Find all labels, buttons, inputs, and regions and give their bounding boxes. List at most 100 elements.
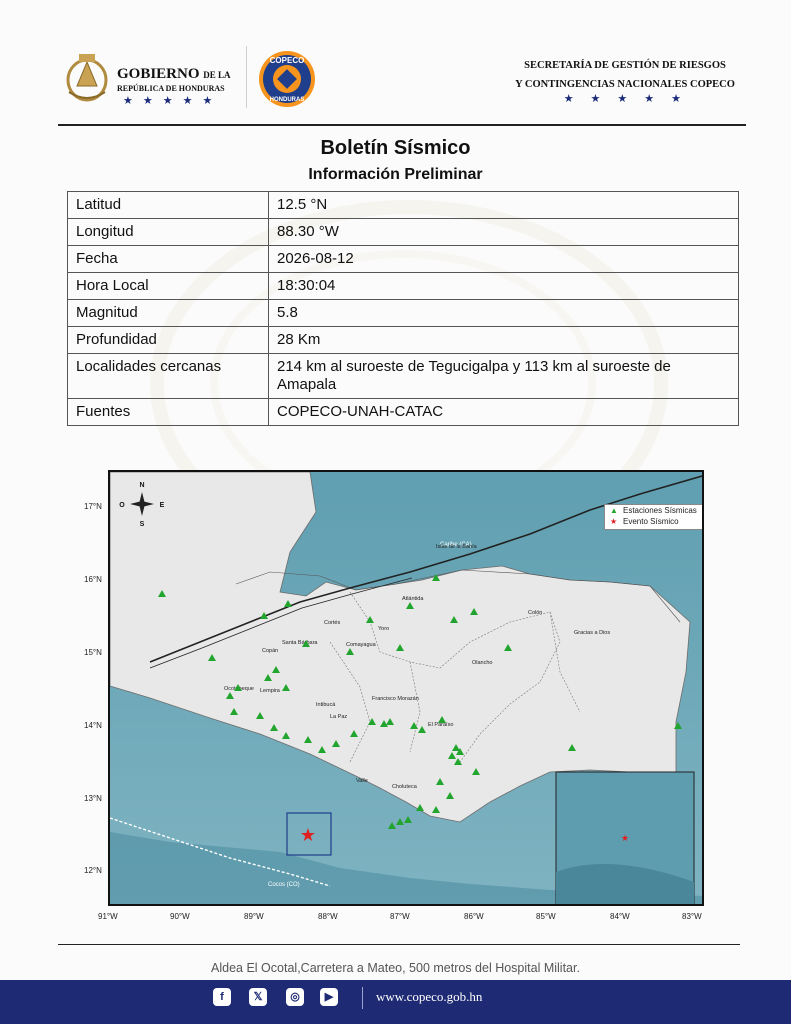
lat-label: 17°N: [84, 502, 102, 511]
lat-label: 14°N: [84, 721, 102, 730]
instagram-icon[interactable]: ◎: [286, 988, 304, 1006]
copeco-logo: COPECO HONDURAS: [259, 51, 315, 107]
row-value: COPECO-UNAH-CATAC: [268, 398, 739, 426]
secretaria-title: SECRETARÍA DE GESTIÓN DE RIESGOS Y CONTI…: [500, 56, 750, 94]
star-icon: ★: [610, 517, 618, 526]
place-label: La Paz: [330, 714, 347, 720]
place-label: Islas de la Bahía: [436, 544, 478, 550]
bulletin-title: Boletín Sísmico: [320, 137, 471, 159]
lon-label: 87°W: [390, 912, 410, 921]
row-value: 2026-08-12: [268, 245, 739, 273]
row-label: Longitud: [67, 218, 269, 246]
row-label: Fecha: [67, 245, 269, 273]
lon-label: 90°W: [170, 912, 190, 921]
table-row: Localidades cercanas 214 km al suroeste d…: [67, 353, 739, 399]
footer-divider: [362, 987, 363, 1009]
x-icon[interactable]: 𝕏: [249, 988, 267, 1006]
facebook-icon[interactable]: f: [213, 988, 231, 1006]
place-label: Cortés: [324, 620, 340, 626]
place-label: Gracias a Dios: [574, 630, 610, 636]
legend-event: ★ Evento Sísmico: [605, 516, 702, 527]
place-label: Lempira: [260, 688, 281, 694]
inset-map: ★: [555, 771, 695, 904]
lon-label: 85°W: [536, 912, 556, 921]
compass-e: E: [160, 502, 165, 509]
place-label: Francisco Morazán: [372, 696, 419, 702]
event-star: ★: [300, 825, 316, 846]
legend-stations-label: Estaciones Sísmicas: [623, 506, 697, 515]
place-label: Olancho: [472, 660, 493, 666]
copeco-logo-top-text: COPECO: [270, 56, 305, 65]
row-label: Hora Local: [67, 272, 269, 300]
page-header: GOBIERNO DE LA REPÚBLICA DE HONDURAS ★★★…: [60, 40, 750, 120]
map-frame: Caribe (CA) Cocos (CO) N S E O Islas de …: [108, 470, 704, 906]
lat-label: 12°N: [84, 866, 102, 875]
lat-label: 15°N: [84, 648, 102, 657]
place-label: Comayagua: [346, 642, 377, 648]
row-label: Magnitud: [67, 299, 269, 327]
footer-bar: f 𝕏 ◎ ▶ www.copeco.gob.hn: [0, 980, 791, 1024]
place-label: Yoro: [378, 626, 389, 632]
row-value: 214 km al suroeste de Tegucigalpa y 113 …: [268, 353, 739, 399]
lon-label: 88°W: [318, 912, 338, 921]
lon-label: 83°W: [682, 912, 702, 921]
row-value: 28 Km: [268, 326, 739, 354]
row-value: 18:30:04: [268, 272, 739, 300]
triangle-icon: ▲: [610, 506, 618, 515]
place-label: Colón: [528, 610, 542, 616]
lon-label: 84°W: [610, 912, 630, 921]
secretaria-stars: ★★★★★: [563, 93, 698, 105]
table-row: Longitud 88.30 °W: [67, 218, 739, 246]
lat-label: 13°N: [84, 794, 102, 803]
place-label: Atlántida: [402, 596, 424, 602]
lat-label: 16°N: [84, 575, 102, 584]
gov-stars: ★★★★★: [123, 95, 223, 107]
place-label: Copán: [262, 648, 278, 654]
table-row: Latitud 12.5 °N: [67, 191, 739, 219]
gov-subtitle: REPÚBLICA DE HONDURAS: [117, 84, 225, 93]
row-value: 12.5 °N: [268, 191, 739, 219]
website-link[interactable]: www.copeco.gob.hn: [376, 989, 482, 1005]
lon-label: 91°W: [98, 912, 118, 921]
copeco-logo-bottom-text: HONDURAS: [270, 97, 305, 103]
row-value: 5.8: [268, 299, 739, 327]
header-rule: [58, 124, 746, 126]
inset-event-star: ★: [621, 834, 629, 844]
gov-title: GOBIERNO: [117, 66, 200, 82]
place-label: Santa Bárbara: [282, 640, 318, 646]
table-row: Fuentes COPECO-UNAH-CATAC: [67, 398, 739, 426]
table-row: Fecha 2026-08-12: [67, 245, 739, 273]
secretaria-line-1: SECRETARÍA DE GESTIÓN DE RIESGOS: [524, 60, 726, 71]
header-divider: [246, 46, 247, 108]
place-label: Valle: [356, 778, 368, 784]
row-label: Fuentes: [67, 398, 269, 426]
compass-o: O: [119, 502, 125, 509]
lon-label: 86°W: [464, 912, 484, 921]
table-row: Hora Local 18:30:04: [67, 272, 739, 300]
seismic-map: Caribe (CA) Cocos (CO) N S E O Islas de …: [84, 466, 712, 926]
seismic-info-table: Latitud 12.5 °N Longitud 88.30 °W Fecha 202…: [67, 191, 739, 426]
map-legend: ▲ Estaciones Sísmicas ★ Evento Sísmico: [604, 504, 702, 530]
row-label: Latitud: [67, 191, 269, 219]
legend-stations: ▲ Estaciones Sísmicas: [605, 505, 702, 516]
place-label: Choluteca: [392, 784, 418, 790]
table-row: Profundidad 28 Km: [67, 326, 739, 354]
footer-rule: [58, 944, 740, 945]
bulletin-subtitle: Información Preliminar: [308, 166, 483, 183]
address: Aldea El Ocotal,Carretera a Mateo, 500 m…: [211, 961, 580, 975]
row-label: Profundidad: [67, 326, 269, 354]
place-label: Intibucá: [316, 702, 336, 708]
gobierno-logo: GOBIERNO DE LA REPÚBLICA DE HONDURAS ★★★…: [65, 48, 245, 108]
youtube-icon[interactable]: ▶: [320, 988, 338, 1006]
compass-s: S: [140, 521, 145, 528]
row-label: Localidades cercanas: [67, 353, 269, 399]
legend-event-label: Evento Sísmico: [623, 517, 679, 526]
lon-label: 89°W: [244, 912, 264, 921]
map-canvas: Caribe (CA) Cocos (CO) N S E O Islas de …: [110, 472, 702, 904]
fault-label-south: Cocos (CO): [268, 882, 300, 888]
compass-n: N: [139, 482, 144, 489]
honduras-coat-of-arms-icon: [66, 54, 108, 102]
row-value: 88.30 °W: [268, 218, 739, 246]
table-row: Magnitud 5.8: [67, 299, 739, 327]
gov-de-la: DE LA: [203, 70, 231, 80]
